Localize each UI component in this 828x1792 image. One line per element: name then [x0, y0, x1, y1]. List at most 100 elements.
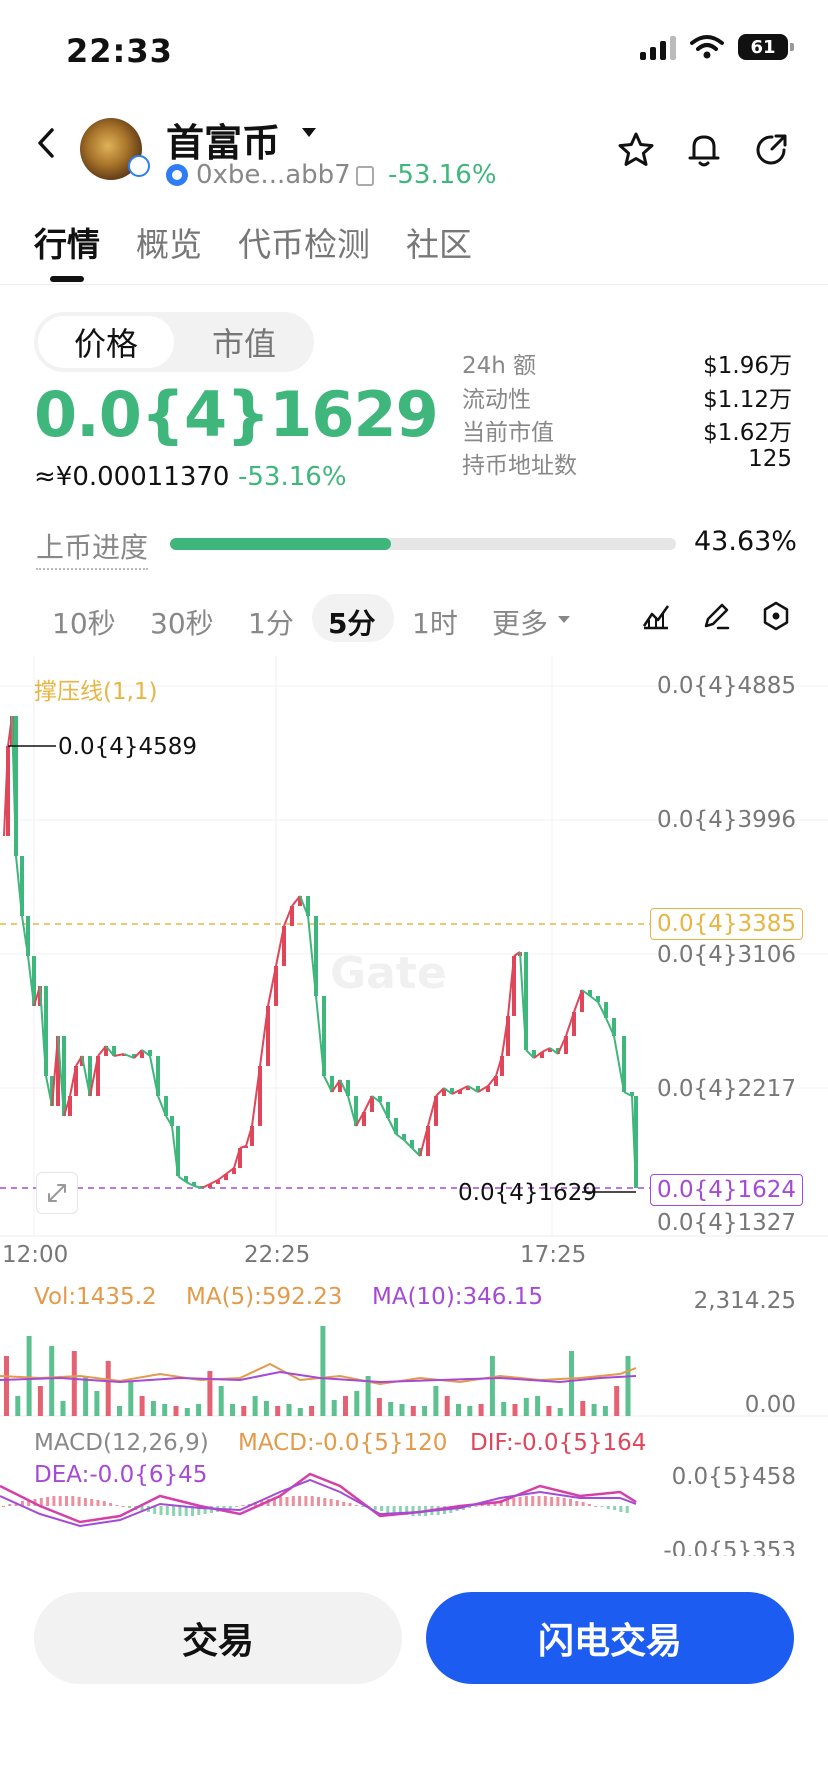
- candle: [26, 916, 30, 956]
- volume-bar: [207, 1371, 213, 1416]
- macd-histogram-bar: [285, 1497, 289, 1506]
- macd-histogram-bar: [65, 1496, 68, 1506]
- indicator-icon[interactable]: [640, 600, 672, 632]
- expand-chart-button[interactable]: [36, 1172, 78, 1214]
- candle: [564, 1036, 568, 1054]
- volume-bar: [252, 1396, 258, 1416]
- share-icon[interactable]: [752, 130, 792, 170]
- price-axis-tick: 0.0{4}3106: [656, 942, 796, 968]
- volume-bar: [625, 1356, 631, 1416]
- macd-histogram-bar: [373, 1506, 377, 1510]
- interval-10s[interactable]: 10秒: [52, 602, 116, 642]
- stat-label-market-cap: 当前市值: [462, 420, 554, 446]
- macd-histogram-bar: [625, 1506, 629, 1513]
- volume-bar: [354, 1391, 360, 1416]
- copy-icon[interactable]: [356, 166, 374, 186]
- tab-community[interactable]: 社区: [406, 218, 472, 266]
- tab-market[interactable]: 行情: [34, 218, 100, 266]
- macd-histogram-bar: [291, 1496, 295, 1506]
- candle: [232, 1168, 236, 1174]
- trade-button[interactable]: 交易: [34, 1592, 402, 1684]
- macd-dif: DIF:-0.0{5}164: [470, 1430, 647, 1456]
- chevron-down-icon[interactable]: [302, 128, 316, 137]
- volume-bar: [422, 1406, 428, 1416]
- macd-histogram-bar: [512, 1498, 516, 1506]
- volume-bar: [139, 1396, 145, 1416]
- volume-bar: [512, 1404, 518, 1416]
- interval-5m[interactable]: 5分: [328, 602, 375, 642]
- volume-bar: [94, 1391, 100, 1416]
- volume-bar: [331, 1400, 337, 1416]
- macd-histogram-bar: [606, 1506, 610, 1509]
- volume-bar: [263, 1401, 269, 1416]
- macd-histogram-bar: [109, 1503, 113, 1506]
- stat-value-volume: $1.96万: [703, 353, 792, 379]
- candle: [434, 1096, 438, 1126]
- flash-trade-button[interactable]: 闪电交易: [426, 1592, 794, 1684]
- macd-histogram-bar: [102, 1501, 106, 1506]
- candle: [622, 1036, 626, 1092]
- back-icon[interactable]: [30, 126, 64, 160]
- candle: [274, 966, 278, 1006]
- volume-bar: [150, 1401, 156, 1416]
- price-chart[interactable]: [0, 656, 828, 1556]
- candle: [410, 1140, 414, 1148]
- volume-bar: [37, 1386, 43, 1416]
- volume-bar: [173, 1406, 179, 1416]
- interval-30s[interactable]: 30秒: [150, 602, 214, 642]
- candle: [14, 716, 18, 856]
- token-name[interactable]: 首富币: [166, 112, 280, 167]
- star-icon[interactable]: [616, 130, 656, 170]
- macd-histogram-bar: [241, 1505, 245, 1506]
- volume-bar: [241, 1406, 247, 1416]
- macd-histogram-bar: [531, 1496, 535, 1506]
- contract-address: 0xbe...abb7: [196, 160, 351, 190]
- stat-label-volume: 24h 额: [462, 353, 537, 379]
- volume-bar: [184, 1408, 190, 1416]
- volume-bar: [467, 1406, 473, 1416]
- candle: [176, 1126, 180, 1176]
- volume-bar: [286, 1404, 292, 1416]
- candle: [354, 1096, 358, 1126]
- candle: [170, 1116, 174, 1126]
- wifi-icon: [690, 35, 724, 59]
- macd-histogram-bar: [480, 1505, 484, 1506]
- volume-axis-bottom: 0.00: [744, 1392, 796, 1418]
- macd-histogram-bar: [83, 1498, 87, 1506]
- bell-icon[interactable]: [684, 130, 724, 170]
- macd-axis-bottom: -0.0{5}353: [663, 1538, 796, 1556]
- volume-bar: [275, 1406, 281, 1416]
- macd-histogram-bar: [361, 1506, 365, 1507]
- tab-overview[interactable]: 概览: [136, 218, 202, 266]
- interval-more[interactable]: 更多: [492, 602, 548, 642]
- volume-bar: [614, 1386, 620, 1416]
- toggle-price-button[interactable]: 价格: [38, 316, 174, 368]
- tab-token-check[interactable]: 代币检测: [238, 218, 370, 266]
- draw-pencil-icon[interactable]: [700, 600, 732, 632]
- candle: [572, 1012, 576, 1036]
- volume-ma10: MA(10):346.15: [372, 1284, 544, 1310]
- macd-histogram-bar: [348, 1503, 352, 1506]
- listing-progress-label[interactable]: 上币进度: [36, 526, 149, 570]
- macd-histogram-bar: [569, 1499, 572, 1506]
- candle: [378, 1096, 382, 1102]
- macd-histogram-bar: [115, 1505, 119, 1506]
- interval-1m[interactable]: 1分: [248, 602, 294, 642]
- candle: [540, 1052, 544, 1058]
- stat-value-market-cap: $1.62万: [703, 420, 792, 446]
- macd-histogram-bar: [90, 1499, 94, 1506]
- candle: [630, 1092, 634, 1096]
- chevron-down-icon[interactable]: [558, 616, 570, 623]
- toggle-market-cap-button[interactable]: 市值: [176, 316, 312, 368]
- watermark: Gate: [330, 948, 447, 999]
- time-axis-tick: 12:00: [2, 1242, 69, 1268]
- support-resistance-label[interactable]: 撑压线(1,1): [34, 672, 158, 706]
- settings-hexagon-icon[interactable]: [760, 600, 792, 632]
- volume-bar: [4, 1356, 9, 1416]
- chain-icon: [166, 164, 188, 186]
- candle: [244, 1146, 248, 1148]
- interval-1h[interactable]: 1时: [412, 602, 458, 642]
- time-axis-tick: 22:25: [244, 1242, 311, 1268]
- macd-histogram-bar: [581, 1502, 585, 1506]
- volume-bar: [117, 1406, 122, 1416]
